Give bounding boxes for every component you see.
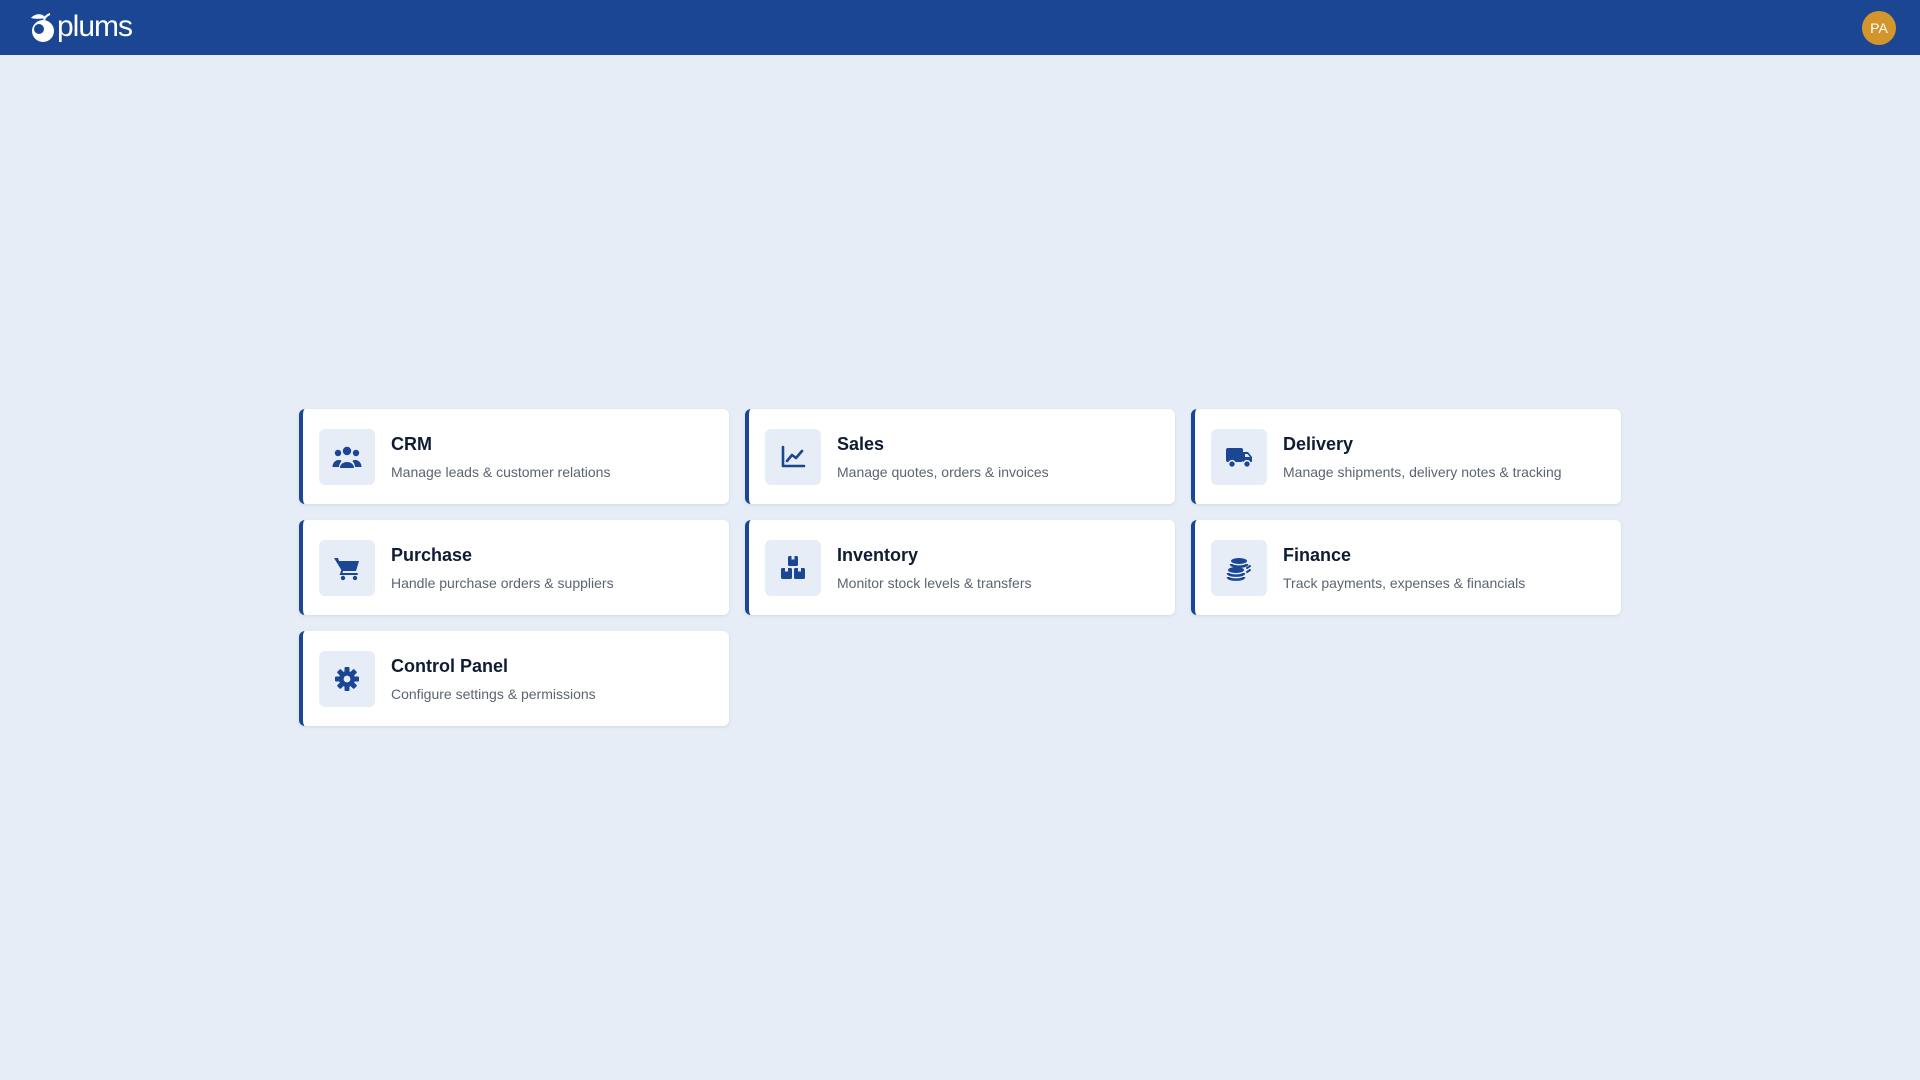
- truck-icon: [1226, 447, 1252, 468]
- module-description-delivery: Manage shipments, delivery notes & track…: [1283, 463, 1562, 480]
- coins-icon: [1226, 557, 1251, 581]
- module-title-control-panel: Control Panel: [391, 655, 509, 676]
- users-icon: [332, 446, 362, 468]
- module-card-purchase[interactable]: Purchase Handle purchase orders & suppli…: [299, 520, 729, 615]
- module-card-crm[interactable]: CRM Manage leads & customer relations: [299, 409, 729, 504]
- module-icon-box: [319, 650, 375, 707]
- plums-logo[interactable]: plums: [25, 10, 133, 44]
- chart-line-icon: [781, 445, 806, 467]
- module-description-purchase: Handle purchase orders & suppliers: [391, 574, 614, 591]
- module-icon-box: [1211, 539, 1267, 596]
- module-icon-box: [765, 539, 821, 596]
- module-icon-box: [319, 428, 375, 485]
- boxes-icon: [781, 555, 805, 579]
- module-description-inventory: Monitor stock levels & transfers: [837, 574, 1032, 591]
- module-card-sales[interactable]: Sales Manage quotes, orders & invoices: [745, 409, 1175, 504]
- top-bar: plums PA: [0, 0, 1920, 55]
- module-title-crm: CRM: [391, 433, 432, 454]
- logo-text: plums: [57, 10, 133, 43]
- module-title-finance: Finance: [1283, 544, 1352, 565]
- module-card-control-panel[interactable]: Control Panel Configure settings & permi…: [299, 631, 729, 726]
- user-avatar[interactable]: PA: [1862, 11, 1896, 45]
- module-description-finance: Track payments, expenses & financials: [1283, 574, 1526, 591]
- module-title-sales: Sales: [837, 433, 885, 454]
- module-icon-box: [1211, 428, 1267, 485]
- module-card-finance[interactable]: Finance Track payments, expenses & finan…: [1191, 520, 1621, 615]
- module-icon-box: [319, 539, 375, 596]
- module-description-crm: Manage leads & customer relations: [391, 463, 611, 480]
- module-card-inventory[interactable]: Inventory Monitor stock levels & transfe…: [745, 520, 1175, 615]
- module-description-control-panel: Configure settings & permissions: [391, 685, 596, 702]
- module-title-inventory: Inventory: [837, 544, 919, 565]
- module-title-delivery: Delivery: [1283, 433, 1354, 454]
- module-title-purchase: Purchase: [391, 544, 473, 565]
- plum-logo-icon: [31, 13, 54, 42]
- gear-icon: [335, 666, 359, 691]
- module-card-delivery[interactable]: Delivery Manage shipments, delivery note…: [1191, 409, 1621, 504]
- module-description-sales: Manage quotes, orders & invoices: [837, 463, 1049, 480]
- module-grid: CRM Manage leads & customer relations Sa…: [299, 409, 1621, 726]
- cart-icon: [334, 557, 359, 580]
- module-icon-box: [765, 428, 821, 485]
